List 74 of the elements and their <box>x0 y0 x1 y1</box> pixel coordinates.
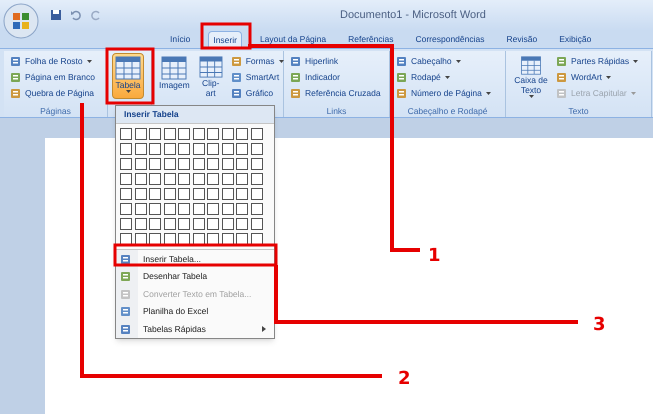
command-icon <box>230 72 242 82</box>
menu-item[interactable]: Tabelas Rápidas <box>116 320 274 338</box>
callout-number: 1 <box>428 245 441 266</box>
ribbon-command[interactable]: Folha de Rosto <box>8 53 97 69</box>
ribbon-tab[interactable]: Correspondências <box>411 31 488 48</box>
caret-icon <box>126 90 130 93</box>
ribbon-command[interactable]: Número de Página <box>394 85 493 101</box>
table-grid-icon <box>518 56 544 75</box>
group-label: Cabeçalho e Rodapé <box>408 105 488 117</box>
table-grid-icon <box>115 56 141 80</box>
ribbon-large-button[interactable]: Caixa de Texto <box>510 53 552 99</box>
group-label: Links <box>326 105 346 117</box>
menu-header: Inserir Tabela <box>116 106 274 124</box>
submenu-arrow-icon <box>262 326 266 332</box>
ribbon-tab[interactable]: Referências <box>344 31 398 48</box>
window-title: Documento1 - Microsoft Word <box>340 8 486 23</box>
caret-icon <box>444 76 450 78</box>
command-icon <box>10 72 21 82</box>
command-icon <box>396 72 407 82</box>
callout-number: 2 <box>398 368 411 389</box>
command-icon <box>556 56 567 66</box>
command-icon <box>230 88 242 98</box>
caret-icon <box>630 92 636 94</box>
highlight-frame <box>200 22 252 50</box>
ribbon-large-button[interactable]: Clip-art <box>194 53 227 99</box>
ribbon-large-button[interactable]: Imagem <box>156 53 193 99</box>
menu-item[interactable]: Inserir Tabela... <box>116 250 274 268</box>
callout-number: 3 <box>593 314 606 335</box>
command-icon <box>556 72 567 82</box>
ribbon-command[interactable]: Referência Cruzada <box>288 85 383 101</box>
command-icon <box>290 88 301 98</box>
ribbon-command[interactable]: Cabeçalho <box>394 53 493 69</box>
command-icon <box>120 306 131 317</box>
command-icon <box>396 88 407 98</box>
command-icon <box>10 88 21 98</box>
caret-icon <box>606 76 612 78</box>
save-icon[interactable] <box>50 9 62 21</box>
table-grid-icon <box>161 56 188 80</box>
ribbon-command[interactable]: Partes Rápidas <box>554 53 640 69</box>
ribbon-command[interactable]: Quebra de Página <box>8 85 97 101</box>
ribbon-command[interactable]: Página em Branco <box>8 69 97 85</box>
table-grid-icon <box>198 56 224 78</box>
command-icon <box>120 324 131 334</box>
ribbon-tab[interactable]: Layout da Página <box>256 31 330 48</box>
caret-icon <box>528 95 534 98</box>
ribbon-command[interactable]: Rodapé <box>394 69 493 85</box>
command-icon <box>230 56 242 66</box>
highlight-frame <box>106 48 154 104</box>
menu-item[interactable]: Planilha do Excel <box>116 302 274 320</box>
command-icon <box>10 56 21 66</box>
group-label: Páginas <box>40 105 71 117</box>
ribbon-command[interactable]: WordArt <box>554 69 640 85</box>
caret-icon <box>86 60 92 62</box>
ribbon-tab[interactable]: Início <box>166 31 194 48</box>
command-icon <box>290 56 301 66</box>
ribbon-command[interactable]: Hiperlink <box>288 53 383 69</box>
command-icon <box>290 72 301 82</box>
command-icon <box>556 88 567 98</box>
ribbon-tab[interactable]: Revisão <box>502 31 542 48</box>
ribbon-tab[interactable]: Exibição <box>555 31 596 48</box>
menu-item[interactable]: Desenhar Tabela <box>116 268 274 286</box>
ribbon-large-button[interactable]: Tabela <box>112 53 144 99</box>
ribbon-tab[interactable]: Inserir <box>208 31 242 48</box>
caret-icon <box>278 60 284 62</box>
undo-icon[interactable] <box>70 9 82 21</box>
group-label: Texto <box>568 105 589 117</box>
caret-icon <box>633 60 638 62</box>
command-icon <box>120 254 131 264</box>
command-icon <box>120 271 131 282</box>
command-icon <box>120 288 131 300</box>
command-icon <box>396 56 407 66</box>
caret-icon <box>456 60 461 62</box>
caret-icon <box>486 92 491 94</box>
ribbon-command[interactable]: Indicador <box>288 69 383 85</box>
